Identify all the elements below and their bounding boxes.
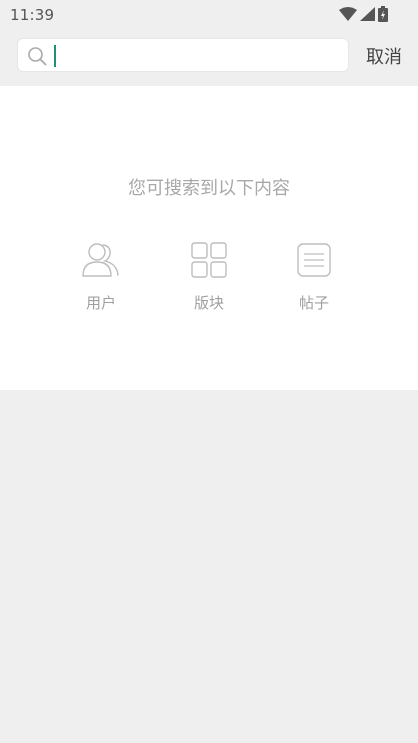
search-header: 取消 [0,30,418,86]
signal-icon [360,7,375,21]
grid-icon [191,242,227,278]
cancel-button[interactable]: 取消 [366,43,402,69]
post-icon [297,243,331,277]
category-user-label: 用户 [85,294,116,312]
search-icon [28,47,47,66]
search-scope-card: 您可搜索到以下内容 用户 版块 帖子 [0,86,418,390]
category-post[interactable]: 帖子 [274,240,354,313]
wifi-icon [339,7,357,21]
battery-icon [378,6,388,22]
category-block-label: 版块 [193,294,224,312]
status-bar: 11:39 [0,0,418,30]
search-box[interactable] [17,38,349,72]
user-icon [82,243,119,277]
status-time: 11:39 [10,6,55,24]
search-hint: 您可搜索到以下内容 [128,178,290,199]
category-post-label: 帖子 [298,294,329,312]
category-block[interactable]: 版块 [169,240,249,313]
category-user[interactable]: 用户 [61,240,141,313]
search-input[interactable] [52,44,337,68]
text-cursor [54,45,56,67]
status-icons [339,6,388,22]
